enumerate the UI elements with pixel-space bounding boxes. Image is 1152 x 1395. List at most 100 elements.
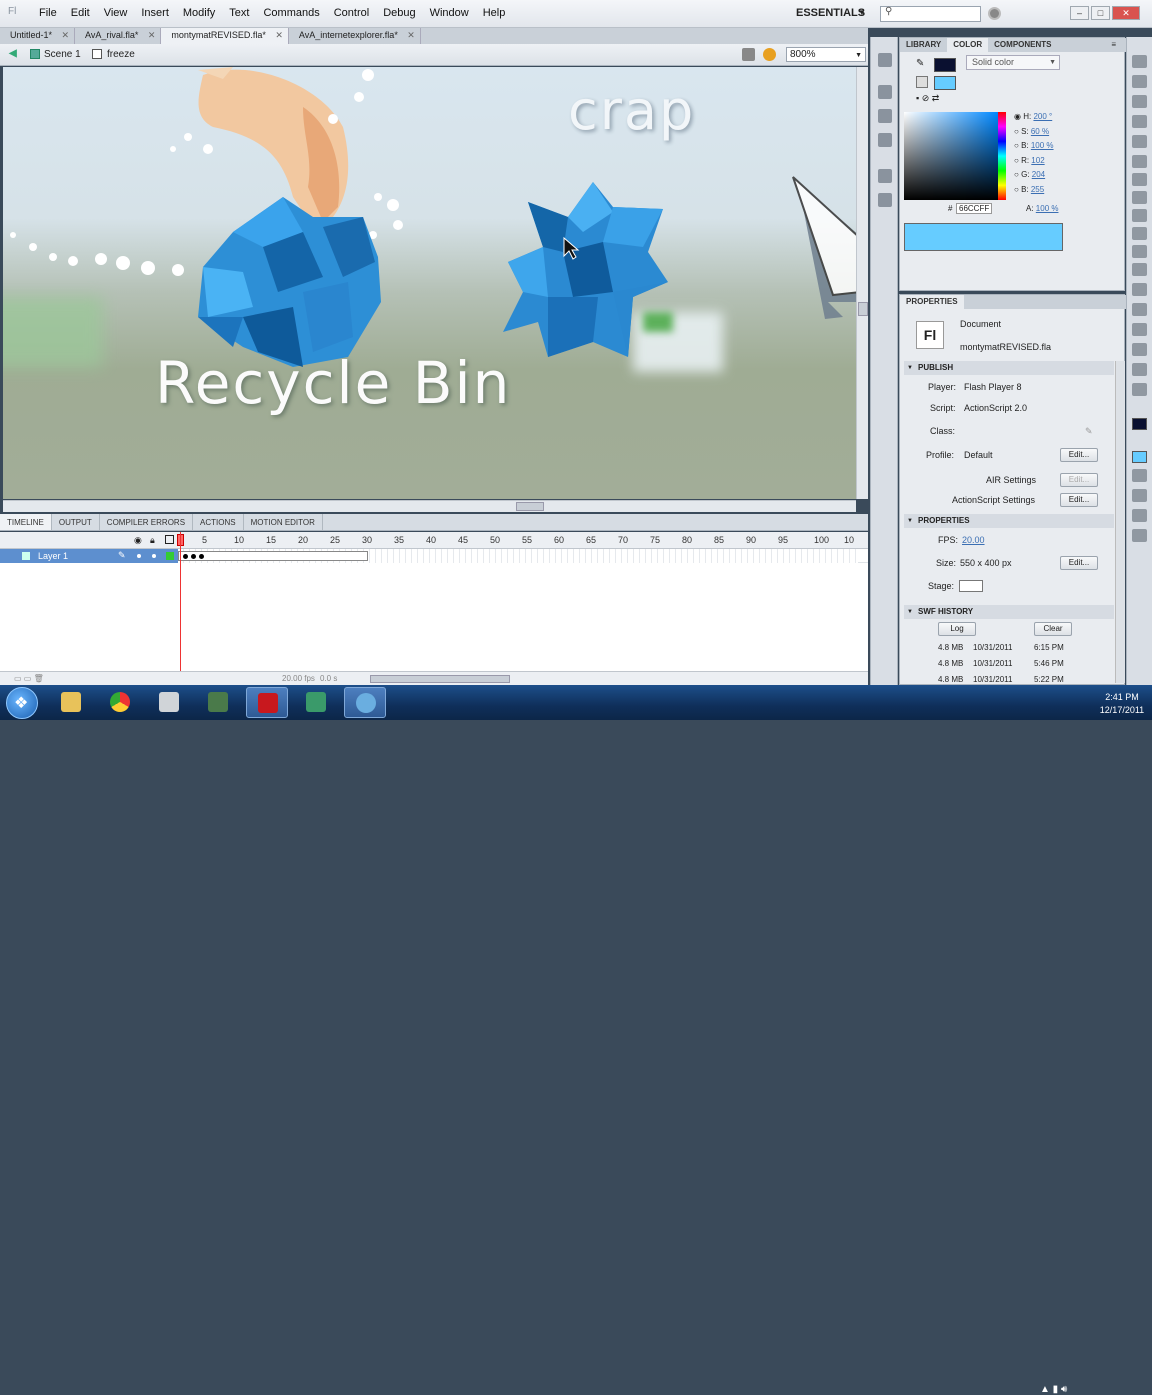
- taskbar-app[interactable]: [344, 687, 386, 718]
- maximize-button[interactable]: □: [1091, 6, 1110, 20]
- visibility-dot[interactable]: [137, 554, 141, 558]
- eraser-tool-icon[interactable]: [1132, 343, 1147, 356]
- air-edit-button[interactable]: Edit...: [1060, 473, 1098, 487]
- frame-span[interactable]: [178, 551, 368, 561]
- scrollbar-thumb[interactable]: [516, 502, 544, 511]
- swap-colors-icon[interactable]: ▪ ⊘ ⇄: [916, 93, 939, 104]
- tab-motion-editor[interactable]: MOTION EDITOR: [244, 514, 323, 530]
- log-button[interactable]: Log: [938, 622, 976, 636]
- help-search-input[interactable]: [880, 6, 981, 22]
- tab-library[interactable]: LIBRARY: [900, 38, 947, 52]
- minimize-button[interactable]: –: [1070, 6, 1089, 20]
- free-transform-tool-icon[interactable]: [1132, 95, 1147, 108]
- deco-tool-icon[interactable]: [1132, 263, 1147, 276]
- publish-section[interactable]: PUBLISH: [904, 361, 1114, 375]
- lasso-tool-icon[interactable]: [1132, 135, 1147, 148]
- close-icon[interactable]: ✕: [148, 28, 156, 43]
- stage-vertical-scrollbar[interactable]: [856, 67, 868, 499]
- alpha-value[interactable]: 100 %: [1036, 204, 1059, 213]
- edit-scene-icon[interactable]: [742, 48, 755, 61]
- pencil-tool-icon[interactable]: [1132, 227, 1147, 240]
- components-panel-icon[interactable]: [878, 193, 892, 207]
- fps-value[interactable]: 20.00: [962, 535, 985, 545]
- taskbar-explorer[interactable]: [50, 687, 92, 718]
- info-panel-icon[interactable]: [878, 109, 892, 123]
- color-type-select[interactable]: Solid color ▼: [966, 55, 1060, 70]
- menu-debug[interactable]: Debug: [376, 7, 422, 19]
- close-icon[interactable]: ✕: [61, 28, 69, 43]
- layer-row[interactable]: Layer 1 ✎: [0, 549, 868, 563]
- timeline-scrollbar[interactable]: [370, 675, 510, 683]
- text-tool-icon[interactable]: [1132, 173, 1147, 186]
- clear-button[interactable]: Clear: [1034, 622, 1072, 636]
- menu-help[interactable]: Help: [476, 7, 513, 19]
- tray-icons[interactable]: ▲ ▮ 🔊︎: [1040, 1384, 1067, 1395]
- selection-tool-icon[interactable]: [1132, 55, 1147, 68]
- paint-bucket-tool-icon[interactable]: [1132, 303, 1147, 316]
- outline-color-swatch[interactable]: [166, 552, 174, 560]
- menu-insert[interactable]: Insert: [134, 7, 176, 19]
- b-value[interactable]: 100 %: [1031, 141, 1054, 150]
- taskbar-app[interactable]: [295, 687, 337, 718]
- eyedropper-tool-icon[interactable]: [1132, 323, 1147, 336]
- scrollbar-thumb[interactable]: [858, 302, 868, 316]
- stage-canvas[interactable]: crap Recycle Bin: [3, 67, 856, 499]
- tab-compiler-errors[interactable]: COMPILER ERRORS: [100, 514, 194, 530]
- hex-input[interactable]: 66CCFF: [956, 203, 992, 214]
- 3d-rotation-tool-icon[interactable]: [1132, 115, 1147, 128]
- library-panel-icon[interactable]: [878, 53, 892, 67]
- pencil-icon[interactable]: ✎: [1085, 426, 1093, 437]
- workspace-switcher[interactable]: ESSENTIALS: [796, 7, 865, 19]
- properties-section[interactable]: PROPERTIES: [904, 514, 1114, 528]
- fps-readout[interactable]: 20.00 fps: [282, 674, 315, 683]
- menu-view[interactable]: View: [97, 7, 135, 19]
- snap-icon[interactable]: [1132, 489, 1147, 502]
- edit-symbols-icon[interactable]: [763, 48, 776, 61]
- stage-color-swatch[interactable]: [959, 580, 983, 592]
- doc-tab[interactable]: AvA_internetexplorer.fla* ✕: [289, 28, 421, 44]
- keyframe[interactable]: [199, 554, 204, 559]
- panel-menu-icon[interactable]: ≡: [1105, 38, 1122, 52]
- back-arrow-icon[interactable]: ◀: [9, 48, 17, 59]
- as-edit-button[interactable]: Edit...: [1060, 493, 1098, 507]
- tab-properties[interactable]: PROPERTIES: [900, 295, 964, 309]
- cs-live-icon[interactable]: [988, 7, 1001, 20]
- blue-value[interactable]: 255: [1031, 185, 1044, 194]
- menu-control[interactable]: Control: [327, 7, 376, 19]
- stage-horizontal-scrollbar[interactable]: [3, 500, 856, 512]
- menu-edit[interactable]: Edit: [64, 7, 97, 19]
- menu-modify[interactable]: Modify: [176, 7, 222, 19]
- tab-components[interactable]: COMPONENTS: [988, 38, 1057, 52]
- hand-tool-icon[interactable]: [1132, 363, 1147, 376]
- tab-output[interactable]: OUTPUT: [52, 514, 100, 530]
- lock-dot[interactable]: [152, 554, 156, 558]
- stroke-color-swatch[interactable]: [1132, 418, 1147, 430]
- zoom-select[interactable]: 800% ▼: [786, 47, 866, 62]
- lock-icon[interactable]: 🔒︎: [150, 535, 155, 546]
- stroke-color-swatch[interactable]: [934, 58, 956, 72]
- taskbar-flash[interactable]: [246, 687, 288, 718]
- properties-panel-icon[interactable]: [878, 85, 892, 99]
- transform-panel-icon[interactable]: [878, 133, 892, 147]
- doc-tab[interactable]: AvA_rival.fla* ✕: [75, 28, 162, 44]
- tab-color[interactable]: COLOR: [947, 38, 989, 52]
- new-layer-icon[interactable]: ▭ ▭ 🗑︎: [14, 674, 44, 683]
- start-button[interactable]: ❖: [6, 687, 38, 719]
- doc-tab-active[interactable]: montymatREVISED.fla* ✕: [161, 28, 289, 44]
- swf-history-section[interactable]: SWF HISTORY: [904, 605, 1114, 619]
- frame-ruler[interactable]: 1 5 10 15 20 25 30 35 40 45 50 55 60 65 …: [178, 532, 858, 549]
- smooth-icon[interactable]: [1132, 509, 1147, 522]
- fill-color-swatch[interactable]: [1132, 451, 1147, 463]
- line-tool-icon[interactable]: [1132, 191, 1147, 204]
- profile-edit-button[interactable]: Edit...: [1060, 448, 1098, 462]
- outline-icon[interactable]: [165, 535, 174, 544]
- taskbar-chrome[interactable]: [99, 687, 141, 718]
- keyframe[interactable]: [191, 554, 196, 559]
- taskbar-app[interactable]: [197, 687, 239, 718]
- symbol-breadcrumb[interactable]: freeze: [107, 49, 135, 60]
- bone-tool-icon[interactable]: [1132, 283, 1147, 296]
- subselection-tool-icon[interactable]: [1132, 75, 1147, 88]
- taskbar-app[interactable]: [148, 687, 190, 718]
- close-icon[interactable]: ✕: [275, 28, 283, 43]
- properties-scrollbar[interactable]: [1115, 361, 1125, 683]
